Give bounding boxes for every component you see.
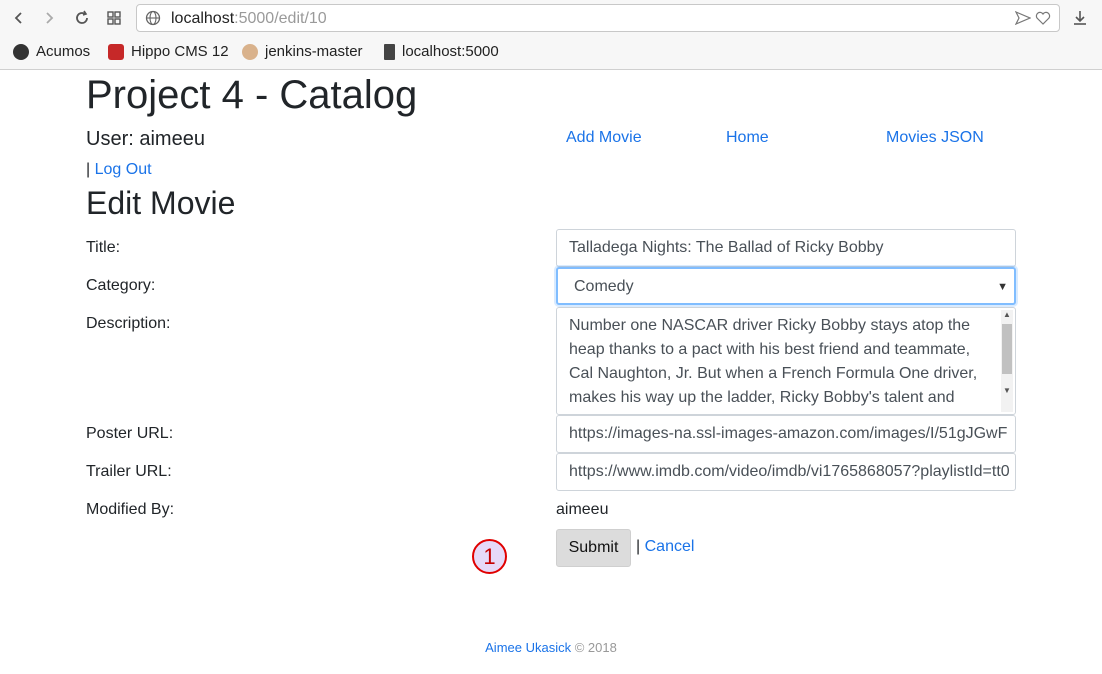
address-bar[interactable]: localhost:5000/edit/10 xyxy=(136,4,1060,32)
jenkins-icon xyxy=(242,43,258,60)
title-input[interactable]: Talladega Nights: The Ballad of Ricky Bo… xyxy=(556,229,1016,267)
copyright-text: © 2018 xyxy=(571,640,617,655)
bookmark-acumos[interactable]: Acumos xyxy=(13,43,90,60)
scroll-thumb[interactable] xyxy=(1002,324,1012,374)
annotation-marker: 1 xyxy=(472,539,507,574)
submit-button[interactable]: Submit xyxy=(556,529,631,567)
modified-by-label: Modified By: xyxy=(86,501,175,518)
user-label: User: aimeeu xyxy=(86,128,205,150)
modified-by-value: aimeeu xyxy=(556,501,609,518)
bookmark-hippo[interactable]: Hippo CMS 12 xyxy=(108,43,229,60)
trailer-url-input[interactable]: https://www.imdb.com/video/imdb/vi176586… xyxy=(556,453,1016,491)
speed-dial-icon[interactable] xyxy=(104,8,124,28)
cancel-link[interactable]: Cancel xyxy=(645,538,695,555)
logout-link[interactable]: Log Out xyxy=(95,161,152,178)
bookmark-label: localhost:5000 xyxy=(402,43,499,60)
movies-json-link[interactable]: Movies JSON xyxy=(886,129,984,147)
bookmark-localhost[interactable]: localhost:5000 xyxy=(384,43,499,60)
poster-url-label: Poster URL: xyxy=(86,425,174,442)
logout-row: | Log Out xyxy=(86,161,152,179)
description-textarea[interactable]: Number one NASCAR driver Ricky Bobby sta… xyxy=(556,307,1016,415)
category-select[interactable]: Comedy ▼ xyxy=(556,267,1016,305)
description-label: Description: xyxy=(86,315,171,332)
back-icon[interactable] xyxy=(9,8,29,28)
page-title: Project 4 - Catalog xyxy=(86,73,418,117)
separator: | xyxy=(86,161,95,178)
add-movie-link[interactable]: Add Movie xyxy=(566,129,642,147)
category-selected-value: Comedy xyxy=(574,278,634,295)
send-icon[interactable] xyxy=(1014,10,1032,30)
footer: Aimee Ukasick © 2018 xyxy=(0,640,1102,655)
bookmark-label: jenkins-master xyxy=(265,43,363,60)
bookmark-label: Hippo CMS 12 xyxy=(131,43,229,60)
title-label: Title: xyxy=(86,239,121,256)
bookmark-jenkins[interactable]: jenkins-master xyxy=(242,43,363,60)
hippo-icon xyxy=(108,43,124,60)
forward-icon[interactable] xyxy=(39,8,59,28)
author-link[interactable]: Aimee Ukasick xyxy=(485,640,571,655)
globe-icon xyxy=(145,10,161,31)
bookmarks-bar: Acumos Hippo CMS 12 jenkins-master local… xyxy=(0,40,1102,64)
form-heading: Edit Movie xyxy=(86,185,236,221)
browser-chrome: localhost:5000/edit/10 Acumos Hippo CMS … xyxy=(0,0,1102,70)
dropdown-caret-icon: ▼ xyxy=(997,281,1008,293)
scroll-up-icon[interactable]: ▲ xyxy=(1001,310,1013,319)
separator: | xyxy=(636,538,645,555)
description-scrollbar[interactable]: ▲ ▼ xyxy=(1001,310,1013,412)
cancel-row: | Cancel xyxy=(636,538,694,556)
home-link[interactable]: Home xyxy=(726,129,769,147)
scroll-down-icon[interactable]: ▼ xyxy=(1001,386,1013,395)
poster-url-input[interactable]: https://images-na.ssl-images-amazon.com/… xyxy=(556,415,1016,453)
page-icon xyxy=(384,43,395,60)
page-content: Project 4 - Catalog User: aimeeu Add Mov… xyxy=(0,71,1102,674)
acumos-icon xyxy=(13,43,29,60)
heart-icon[interactable] xyxy=(1035,11,1051,30)
bookmark-label: Acumos xyxy=(36,43,91,60)
url-text: localhost:5000/edit/10 xyxy=(171,10,327,27)
trailer-url-label: Trailer URL: xyxy=(86,463,172,480)
reload-icon[interactable] xyxy=(72,8,92,28)
category-label: Category: xyxy=(86,277,156,294)
description-text: Number one NASCAR driver Ricky Bobby sta… xyxy=(569,317,978,406)
download-icon[interactable] xyxy=(1070,8,1090,28)
